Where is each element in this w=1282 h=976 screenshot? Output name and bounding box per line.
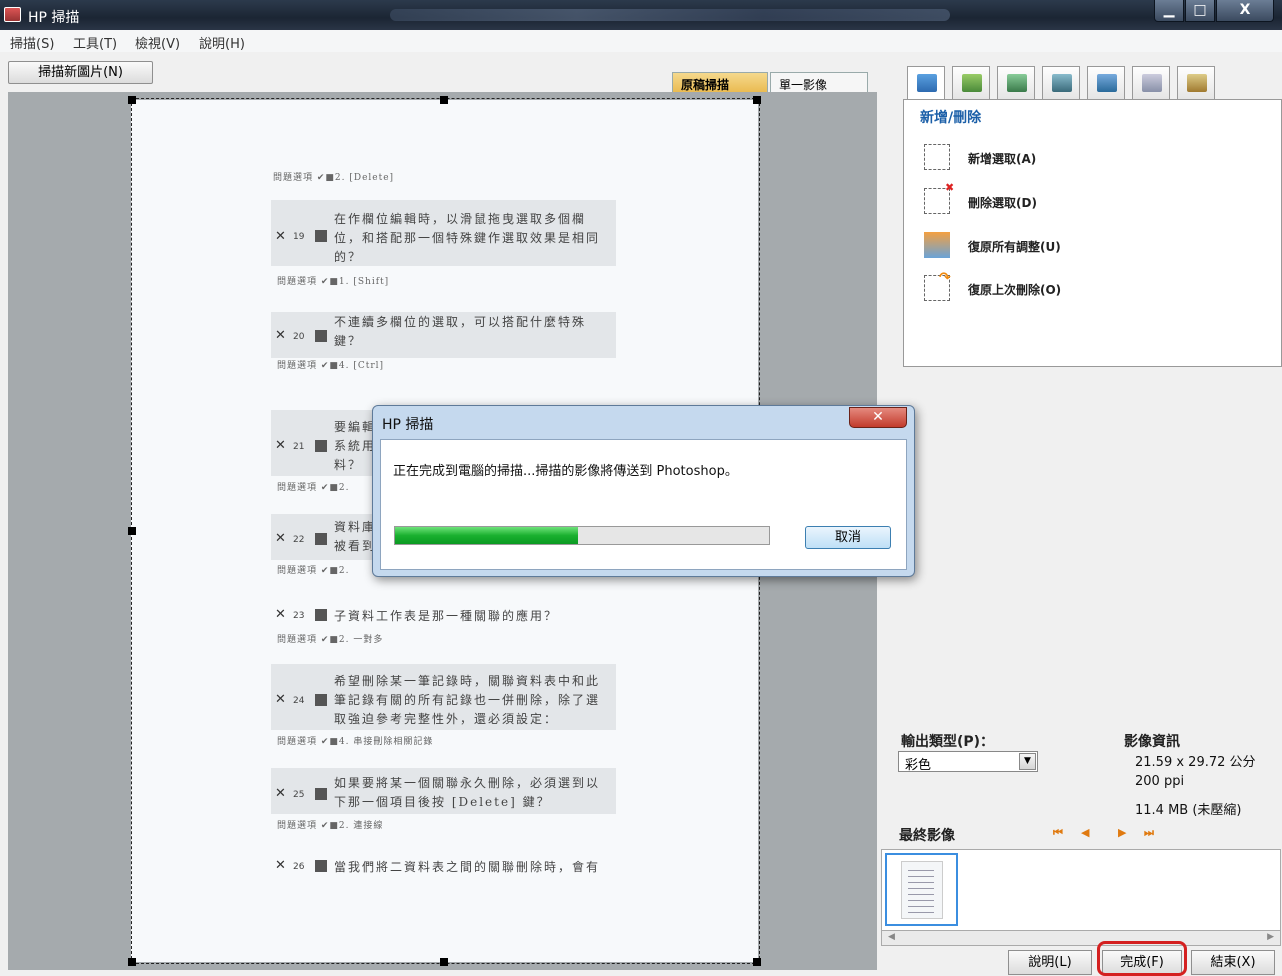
undo-all-label: 復原所有調整(U) (968, 240, 1061, 254)
first-image-icon[interactable]: ⏮ (1053, 826, 1063, 840)
tab-add-remove[interactable] (907, 66, 945, 101)
thumbnail-scrollbar[interactable]: ◀ ▶ (881, 930, 1281, 946)
delete-selection-icon: ✖ (924, 181, 954, 214)
dialog-message: 正在完成到電腦的掃描...掃描的影像將傳送到 Photoshop。 (393, 464, 738, 479)
output-type-label: 輸出類型(P)： (901, 734, 995, 750)
next-image-icon[interactable]: ▶ (1118, 826, 1126, 839)
dialog-close-button[interactable]: ✕ (849, 407, 907, 428)
minimize-button[interactable]: ▁ (1154, 0, 1184, 22)
edit-icon (962, 74, 982, 92)
add-selection-label: 新增選取(A) (968, 152, 1037, 166)
resize-handle[interactable] (440, 96, 448, 104)
progress-bar (394, 526, 770, 545)
window-title: HP 掃描 (28, 10, 80, 26)
tab-crop[interactable] (997, 66, 1035, 99)
tab-edit[interactable] (952, 66, 990, 99)
help-button[interactable]: 說明(L) (1008, 950, 1092, 975)
menu-bar: 掃描(S) 工具(T) 檢視(V) 說明(H) (0, 30, 1282, 52)
resize-handle[interactable] (440, 958, 448, 966)
exit-button[interactable]: 結束(X) (1191, 950, 1275, 975)
menu-tools[interactable]: 工具(T) (73, 33, 117, 52)
image-size: 21.59 x 29.72 公分 (1135, 755, 1256, 770)
enhance-icon (1187, 74, 1207, 92)
last-image-icon[interactable]: ⏭ (1144, 826, 1154, 840)
scan-new-image-button[interactable]: 掃描新圖片(N) (8, 61, 153, 84)
adjust-icon (1142, 74, 1162, 92)
image-resolution: 200 ppi (1135, 774, 1185, 789)
menu-scan[interactable]: 掃描(S) (10, 33, 54, 52)
title-bar-blur (390, 9, 950, 21)
crop-icon (1007, 74, 1027, 92)
final-image-label: 最終影像 (899, 828, 955, 844)
add-selection-item[interactable]: 新增選取(A) (924, 144, 1264, 172)
delete-selection-item[interactable]: ✖ 刪除選取(D) (924, 181, 1264, 216)
previous-image-icon[interactable]: ◀ (1081, 826, 1089, 839)
undo-last-delete-label: 復原上次刪除(O) (968, 283, 1062, 297)
cancel-button[interactable]: 取消 (805, 526, 891, 549)
progress-dialog: HP 掃描 ✕ 正在完成到電腦的掃描...掃描的影像將傳送到 Photoshop… (372, 405, 915, 577)
hp-scan-app-icon (4, 7, 21, 22)
output-type-value: 彩色 (905, 758, 932, 773)
add-remove-panel: 新增/刪除 新增選取(A) ✖ 刪除選取(D) 復原所有調整(U) ↷ 復原上次… (903, 99, 1282, 367)
output-type-select[interactable]: 彩色 ▼ (898, 751, 1038, 773)
rotate-icon (1097, 74, 1117, 92)
scroll-left-icon[interactable]: ◀ (888, 932, 895, 942)
image-thumbnail[interactable] (885, 853, 958, 926)
delete-selection-label: 刪除選取(D) (968, 196, 1037, 210)
resize-handle[interactable] (128, 96, 136, 104)
scroll-right-icon[interactable]: ▶ (1267, 932, 1274, 942)
resize-icon (1052, 74, 1072, 92)
tab-enhance[interactable] (1177, 66, 1215, 99)
tab-single-image[interactable]: 單一影像 (770, 72, 868, 94)
dialog-title: HP 掃描 (382, 417, 434, 433)
undo-all-adjustments-icon (924, 232, 950, 258)
finish-highlight-marker (1097, 941, 1187, 976)
progress-fill (395, 527, 579, 544)
resize-handle[interactable] (753, 96, 761, 104)
tab-original-scan[interactable]: 原稿掃描 (672, 72, 768, 94)
menu-help[interactable]: 說明(H) (199, 33, 245, 52)
undo-last-delete-icon: ↷ (924, 270, 951, 301)
title-bar: HP 掃描 ▁ □ X (0, 0, 1282, 30)
chevron-down-icon[interactable]: ▼ (1019, 753, 1036, 770)
thumbnail-page (901, 861, 943, 919)
maximize-button[interactable]: □ (1185, 0, 1215, 22)
resize-handle[interactable] (128, 958, 136, 966)
panel-title: 新增/刪除 (920, 110, 982, 126)
close-button[interactable]: X (1216, 0, 1274, 22)
tab-resize[interactable] (1042, 66, 1080, 99)
dialog-body: 正在完成到電腦的掃描...掃描的影像將傳送到 Photoshop。 取消 (380, 439, 907, 570)
add-remove-icon (917, 74, 937, 92)
resize-handle[interactable] (128, 527, 136, 535)
image-info-title: 影像資訊 (1124, 734, 1180, 750)
add-selection-icon (924, 144, 950, 170)
menu-view[interactable]: 檢視(V) (135, 33, 180, 52)
image-filesize: 11.4 MB (未壓縮) (1135, 803, 1242, 818)
undo-all-item[interactable]: 復原所有調整(U) (924, 232, 1264, 260)
tab-adjust[interactable] (1132, 66, 1170, 99)
resize-handle[interactable] (753, 958, 761, 966)
tab-rotate[interactable] (1087, 66, 1125, 99)
undo-last-delete-item[interactable]: ↷ 復原上次刪除(O) (924, 270, 1264, 303)
